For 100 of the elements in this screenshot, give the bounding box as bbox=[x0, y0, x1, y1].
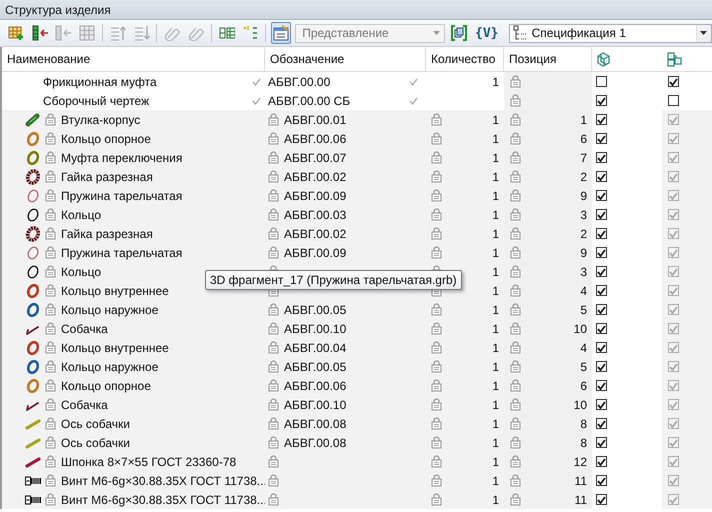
part-name: Пружина тарельчатая bbox=[61, 188, 182, 202]
column-header[interactable]: Позиция bbox=[504, 47, 592, 71]
table-icon bbox=[218, 25, 235, 41]
checkbox[interactable] bbox=[596, 456, 607, 467]
part-name: Собачка bbox=[61, 398, 108, 412]
lock-icon bbox=[510, 398, 521, 411]
designation: АБВГ.00.02 bbox=[284, 226, 346, 240]
specification-dropdown[interactable]: Спецификация 1 bbox=[508, 24, 712, 42]
lock-icon bbox=[268, 379, 279, 392]
part-name: Кольцо опорное bbox=[61, 132, 151, 146]
lock-icon bbox=[45, 189, 56, 202]
lock-icon bbox=[268, 493, 279, 506]
paperclip-icon bbox=[164, 25, 180, 41]
checkbox[interactable] bbox=[596, 494, 607, 505]
checkbox[interactable] bbox=[596, 209, 607, 220]
checkbox[interactable] bbox=[596, 418, 607, 429]
checkbox[interactable] bbox=[596, 152, 607, 163]
lock-icon bbox=[45, 493, 56, 506]
position-number: 8 bbox=[580, 416, 587, 430]
move-up-icon bbox=[110, 25, 126, 41]
variables-button[interactable]: {V} bbox=[472, 22, 501, 44]
lock-icon bbox=[431, 455, 442, 468]
lock-icon bbox=[510, 322, 521, 335]
checkbox[interactable] bbox=[596, 76, 607, 87]
panel-title: Структура изделия bbox=[5, 2, 111, 16]
toolbar-button[interactable] bbox=[271, 22, 292, 44]
part-name: Кольцо bbox=[61, 264, 102, 278]
designation: АБВГ.00.10 bbox=[284, 322, 346, 336]
lock-icon bbox=[268, 113, 279, 126]
checkbox[interactable] bbox=[668, 95, 679, 106]
lock-icon bbox=[431, 436, 442, 449]
column-header[interactable]: Количество bbox=[426, 47, 504, 71]
quantity: 1 bbox=[492, 112, 499, 126]
lock-icon bbox=[431, 493, 442, 506]
lock-icon bbox=[510, 246, 521, 259]
lock-icon bbox=[510, 436, 521, 449]
cubes-icon bbox=[667, 52, 682, 66]
checkbox[interactable] bbox=[596, 247, 607, 258]
lock-icon bbox=[45, 303, 56, 316]
quantity: 1 bbox=[492, 188, 499, 202]
part-name: Гайка разрезная bbox=[61, 226, 153, 240]
checkbox[interactable] bbox=[596, 285, 607, 296]
lock-icon bbox=[268, 189, 279, 202]
checkbox[interactable] bbox=[596, 190, 607, 201]
checkbox[interactable] bbox=[596, 133, 607, 144]
quantity: 1 bbox=[492, 340, 499, 354]
checkbox[interactable] bbox=[596, 380, 607, 391]
checkbox[interactable] bbox=[596, 437, 607, 448]
checkbox[interactable] bbox=[596, 304, 607, 315]
part-name: Шпонка 8×7×55 ГОСТ 23360-78 bbox=[61, 454, 236, 468]
designation: АБВГ.00.04 bbox=[284, 340, 346, 354]
checkbox[interactable] bbox=[596, 399, 607, 410]
column-arrow-icon bbox=[55, 25, 72, 41]
grid-icon bbox=[79, 25, 96, 41]
lock-icon bbox=[431, 303, 442, 316]
part-name: Муфта переключения bbox=[61, 150, 182, 164]
designation: АБВГ.00.09 bbox=[284, 246, 346, 260]
part-name: Пружина тарельчатая bbox=[61, 246, 182, 260]
lock-icon bbox=[268, 398, 279, 411]
lock-icon bbox=[431, 151, 442, 164]
checkbox[interactable] bbox=[596, 361, 607, 372]
checkbox[interactable] bbox=[596, 323, 607, 334]
quantity: 1 bbox=[492, 436, 499, 450]
lock-icon bbox=[268, 132, 279, 145]
check-icon bbox=[409, 78, 418, 86]
part-name: Кольцо внутреннее bbox=[61, 284, 169, 298]
position-number: 6 bbox=[580, 132, 587, 146]
lock-icon bbox=[431, 227, 442, 240]
position-number: 2 bbox=[580, 226, 587, 240]
lock-icon bbox=[268, 208, 279, 221]
checkbox[interactable] bbox=[596, 171, 607, 182]
checkbox[interactable] bbox=[596, 228, 607, 239]
checkbox[interactable] bbox=[668, 76, 679, 87]
tooltip: 3D фрагмент_17 (Пружина тарельчатая.grb) bbox=[205, 270, 462, 290]
checkbox[interactable] bbox=[596, 475, 607, 486]
designation: АБВГ.00.08 bbox=[284, 416, 346, 430]
lock-icon bbox=[510, 113, 521, 126]
column-header[interactable]: Обозначение bbox=[265, 47, 426, 71]
lock-icon bbox=[510, 474, 521, 487]
designation: АБВГ.00.10 bbox=[284, 398, 346, 412]
lock-icon bbox=[268, 151, 279, 164]
tree-icon bbox=[512, 25, 529, 41]
checkbox[interactable] bbox=[596, 114, 607, 125]
lock-icon bbox=[45, 284, 56, 297]
toolbar-button[interactable] bbox=[449, 22, 469, 44]
designation: АБВГ.00.05 bbox=[284, 302, 346, 316]
lock-icon bbox=[268, 246, 279, 259]
checkbox[interactable] bbox=[596, 342, 607, 353]
table-add-icon bbox=[8, 25, 24, 41]
check-icon bbox=[409, 96, 418, 104]
position-number: 9 bbox=[580, 188, 587, 202]
lock-icon bbox=[431, 474, 442, 487]
position-number: 9 bbox=[580, 246, 587, 260]
lock-icon bbox=[268, 341, 279, 354]
column-header[interactable]: Наименование bbox=[2, 47, 265, 71]
quantity: 1 bbox=[492, 226, 499, 240]
designation: АБВГ.00.06 bbox=[284, 132, 346, 146]
cube-icon bbox=[597, 52, 610, 66]
checkbox[interactable] bbox=[596, 95, 607, 106]
checkbox[interactable] bbox=[596, 266, 607, 277]
